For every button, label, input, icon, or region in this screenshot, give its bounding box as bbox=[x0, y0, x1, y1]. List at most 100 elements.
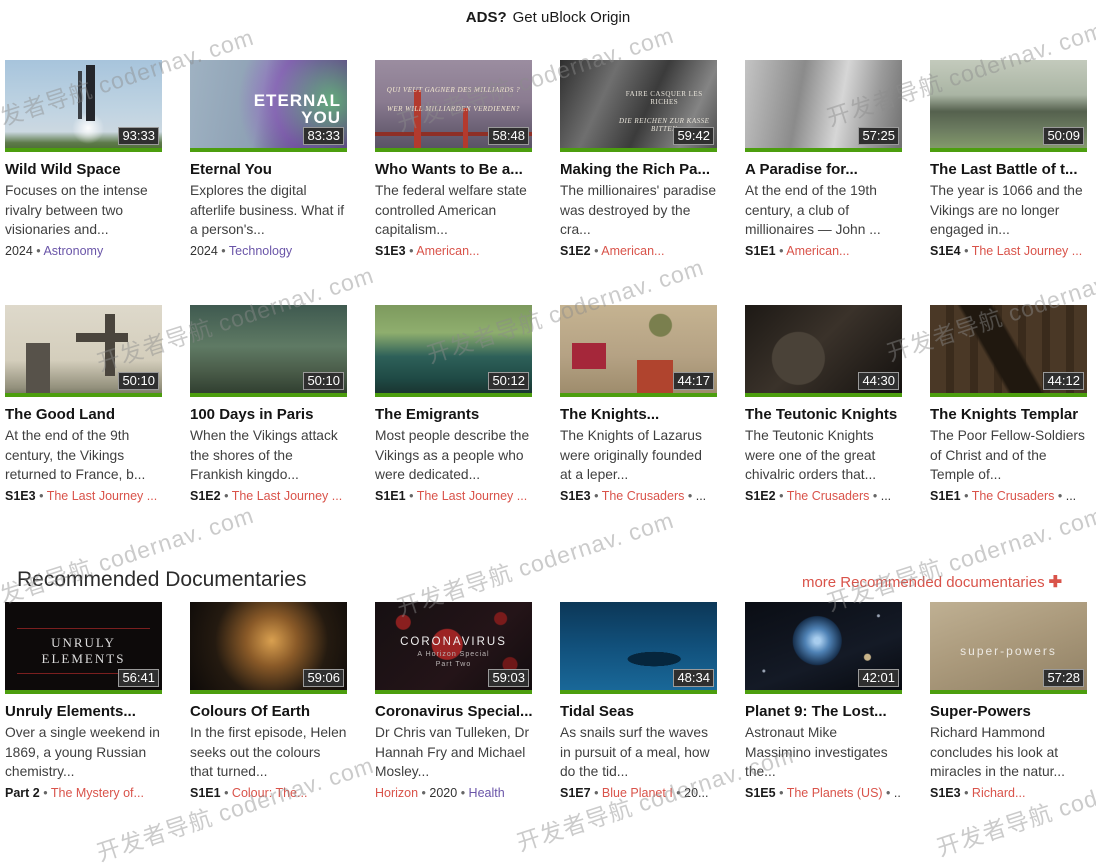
thumbnail-text: ETERNALYOU bbox=[254, 92, 341, 126]
meta-text: S1E2 bbox=[560, 244, 591, 258]
video-title[interactable]: Wild Wild Space bbox=[5, 160, 162, 179]
video-title[interactable]: The Teutonic Knights bbox=[745, 405, 902, 424]
video-title[interactable]: The Emigrants bbox=[375, 405, 532, 424]
recommended-row: UNRULY ELEMENTS 56:41 Unruly Elements...… bbox=[5, 602, 1087, 801]
video-card: 44:17 The Knights... The Knights of Laza… bbox=[560, 305, 717, 504]
video-title[interactable]: Colours Of Earth bbox=[190, 702, 347, 721]
category-link[interactable]: The Crusaders bbox=[972, 489, 1055, 503]
video-title[interactable]: Who Wants to Be a... bbox=[375, 160, 532, 179]
video-title[interactable]: The Knights... bbox=[560, 405, 717, 424]
video-card: 93:33 Wild Wild Space Focuses on the int… bbox=[5, 60, 162, 259]
video-meta: S1E3 • The Crusaders • ... bbox=[560, 488, 717, 504]
bullet-separator: • bbox=[418, 786, 429, 800]
category-link[interactable]: Richard... bbox=[972, 786, 1026, 800]
meta-text: Part 2 bbox=[5, 786, 40, 800]
ublock-link[interactable]: Get uBlock Origin bbox=[513, 9, 631, 26]
progress-bar bbox=[560, 148, 717, 152]
category-link[interactable]: The Last Journey ... bbox=[47, 489, 157, 503]
video-thumbnail[interactable]: 44:17 bbox=[560, 305, 717, 397]
video-title[interactable]: Eternal You bbox=[190, 160, 347, 179]
progress-bar bbox=[190, 690, 347, 694]
category-link[interactable]: American... bbox=[416, 244, 479, 258]
video-thumbnail[interactable]: 57:25 bbox=[745, 60, 902, 152]
category-link[interactable]: American... bbox=[601, 244, 664, 258]
category-link[interactable]: The Planets (US) bbox=[787, 786, 883, 800]
bullet-separator: • bbox=[776, 489, 787, 503]
video-card: QUI VEUT GAGNER DES MILLIARDS ?WER WILL … bbox=[375, 60, 532, 259]
video-title[interactable]: 100 Days in Paris bbox=[190, 405, 347, 424]
latest-row-1: 93:33 Wild Wild Space Focuses on the int… bbox=[5, 60, 1087, 259]
video-card: 48:34 Tidal Seas As snails surf the wave… bbox=[560, 602, 717, 801]
duration-badge: 59:42 bbox=[673, 127, 714, 145]
video-description: Focuses on the intense rivalry between t… bbox=[5, 181, 162, 240]
video-title[interactable]: Super-Powers bbox=[930, 702, 1087, 721]
category-link[interactable]: Horizon bbox=[375, 786, 418, 800]
video-thumbnail[interactable]: 50:10 bbox=[5, 305, 162, 397]
category-link[interactable]: The Last Journey ... bbox=[417, 489, 527, 503]
progress-bar bbox=[375, 690, 532, 694]
category-link[interactable]: Colour: The... bbox=[232, 786, 308, 800]
duration-badge: 56:41 bbox=[118, 669, 159, 687]
video-title[interactable]: Planet 9: The Lost... bbox=[745, 702, 902, 721]
bullet-separator: • bbox=[591, 244, 602, 258]
bullet-separator: • bbox=[221, 786, 232, 800]
video-meta: Horizon • 2020 • Health bbox=[375, 785, 532, 801]
category-link[interactable]: The Last Journey ... bbox=[972, 244, 1082, 258]
meta-text: S1E3 bbox=[930, 786, 961, 800]
video-description: Explores the digital afterlife business.… bbox=[190, 181, 347, 240]
video-title[interactable]: The Knights Templar bbox=[930, 405, 1087, 424]
video-thumbnail[interactable]: 50:09 bbox=[930, 60, 1087, 152]
category-link[interactable]: American... bbox=[786, 244, 849, 258]
meta-text: S1E1 bbox=[745, 244, 776, 258]
more-recommended-link[interactable]: more Recommended documentaries✚ bbox=[802, 572, 1062, 592]
bullet-separator: • bbox=[776, 786, 787, 800]
video-title[interactable]: The Last Battle of t... bbox=[930, 160, 1087, 179]
progress-bar bbox=[5, 690, 162, 694]
video-thumbnail[interactable]: super-powers 57:28 bbox=[930, 602, 1087, 694]
video-title[interactable]: The Good Land bbox=[5, 405, 162, 424]
video-meta: S1E1 • American... bbox=[745, 243, 902, 259]
duration-badge: 50:10 bbox=[118, 372, 159, 390]
bullet-separator: • bbox=[883, 786, 894, 800]
video-thumbnail[interactable]: 44:12 bbox=[930, 305, 1087, 397]
video-card: 50:10 100 Days in Paris When the Vikings… bbox=[190, 305, 347, 504]
bullet-separator: • bbox=[961, 786, 972, 800]
category-link[interactable]: The Crusaders bbox=[602, 489, 685, 503]
video-thumbnail[interactable]: UNRULY ELEMENTS 56:41 bbox=[5, 602, 162, 694]
video-thumbnail[interactable]: QUI VEUT GAGNER DES MILLIARDS ?WER WILL … bbox=[375, 60, 532, 152]
video-thumbnail[interactable]: 93:33 bbox=[5, 60, 162, 152]
progress-bar bbox=[930, 690, 1087, 694]
meta-text: ... bbox=[1066, 489, 1076, 503]
video-title[interactable]: Coronavirus Special... bbox=[375, 702, 532, 721]
meta-text: ... bbox=[881, 489, 891, 503]
video-thumbnail[interactable]: 50:10 bbox=[190, 305, 347, 397]
video-thumbnail[interactable]: FAIRE CASQUER LES RICHESDIE REICHEN ZUR … bbox=[560, 60, 717, 152]
video-title[interactable]: Making the Rich Pa... bbox=[560, 160, 717, 179]
video-thumbnail[interactable]: 42:01 bbox=[745, 602, 902, 694]
video-description: The year is 1066 and the Vikings are no … bbox=[930, 181, 1087, 240]
progress-bar bbox=[930, 148, 1087, 152]
video-thumbnail[interactable]: 48:34 bbox=[560, 602, 717, 694]
video-thumbnail[interactable]: 59:06 bbox=[190, 602, 347, 694]
video-title[interactable]: Tidal Seas bbox=[560, 702, 717, 721]
category-link[interactable]: The Mystery of... bbox=[51, 786, 144, 800]
ads-label: ADS? bbox=[466, 9, 507, 26]
category-link[interactable]: Technology bbox=[229, 244, 292, 258]
video-title[interactable]: Unruly Elements... bbox=[5, 702, 162, 721]
category-link[interactable]: Astronomy bbox=[43, 244, 103, 258]
video-title[interactable]: A Paradise for... bbox=[745, 160, 902, 179]
video-thumbnail[interactable]: 50:12 bbox=[375, 305, 532, 397]
category-link[interactable]: Health bbox=[469, 786, 505, 800]
video-description: The Teutonic Knights were one of the gre… bbox=[745, 426, 902, 485]
meta-text: ... bbox=[894, 786, 902, 800]
category-link[interactable]: Blue Planet I bbox=[602, 786, 673, 800]
video-meta: S1E3 • The Last Journey ... bbox=[5, 488, 162, 504]
video-thumbnail[interactable]: CORONAVIRUS A Horizon Special Part Two 5… bbox=[375, 602, 532, 694]
duration-badge: 48:34 bbox=[673, 669, 714, 687]
category-link[interactable]: The Crusaders bbox=[787, 489, 870, 503]
category-link[interactable]: The Last Journey ... bbox=[232, 489, 342, 503]
video-thumbnail[interactable]: 44:30 bbox=[745, 305, 902, 397]
video-meta: S1E5 • The Planets (US) • ... bbox=[745, 785, 902, 801]
video-thumbnail[interactable]: ETERNALYOU 83:33 bbox=[190, 60, 347, 152]
watermark: 开发者导航 codernav. com bbox=[822, 496, 1096, 618]
